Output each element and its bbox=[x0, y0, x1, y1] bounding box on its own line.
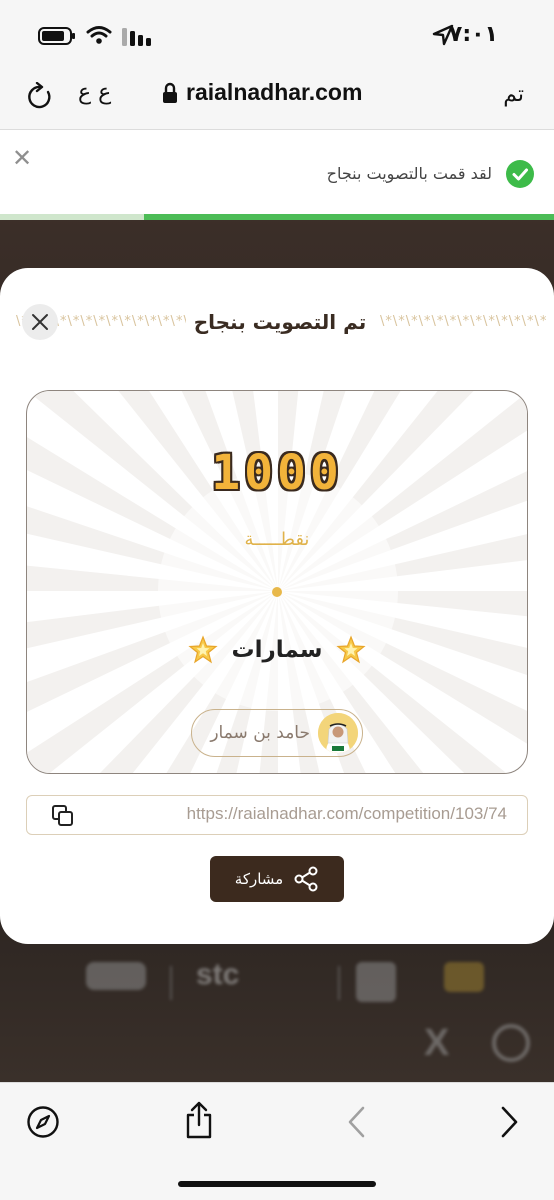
stc-logo: stc bbox=[196, 958, 240, 991]
done-button[interactable]: تم bbox=[503, 82, 524, 107]
lock-icon bbox=[163, 82, 177, 103]
status-bar: ٧:٠١ bbox=[0, 0, 554, 64]
divider bbox=[338, 966, 340, 1000]
signal-icon bbox=[122, 28, 151, 46]
team-name: سمارات bbox=[231, 637, 323, 663]
share-icon bbox=[294, 866, 318, 892]
team-row: سمارات bbox=[27, 635, 527, 665]
notification-progress-fill bbox=[144, 214, 554, 220]
sponsor-logo bbox=[356, 962, 396, 1002]
separator-dot bbox=[272, 587, 282, 597]
address-bar: ع ع raialnadhar.com تم bbox=[0, 64, 554, 130]
check-icon bbox=[506, 160, 534, 188]
close-icon bbox=[32, 314, 48, 330]
points-card: 1000 نقطـــــة سمارات حامد بن سمار bbox=[26, 390, 528, 774]
camel-logo bbox=[444, 962, 484, 992]
avatar bbox=[318, 713, 358, 753]
success-notification: ✕ لقد قمت بالتصويت بنجاح bbox=[0, 130, 554, 214]
x-icon[interactable]: X bbox=[424, 1022, 449, 1065]
url-field[interactable]: raialnadhar.com bbox=[162, 79, 362, 106]
share-link-field[interactable]: https://raialnadhar.com/competition/103/… bbox=[26, 795, 528, 835]
battery-icon bbox=[38, 27, 75, 45]
modal-title: تم التصويت بنجاح bbox=[193, 310, 367, 334]
wifi-icon bbox=[86, 26, 112, 44]
star-icon bbox=[336, 635, 367, 664]
url-text: raialnadhar.com bbox=[186, 79, 363, 105]
voter-name: حامد بن سمار bbox=[210, 723, 310, 743]
home-indicator bbox=[178, 1181, 376, 1187]
compass-icon[interactable] bbox=[26, 1105, 60, 1139]
share-label: مشاركة bbox=[234, 870, 284, 888]
points-value: 1000 bbox=[211, 445, 343, 501]
modal-close-button[interactable] bbox=[22, 304, 58, 340]
sponsor-logos: stc X bbox=[0, 950, 554, 1070]
notification-message: لقد قمت بالتصويت بنجاح bbox=[326, 164, 492, 183]
share-link-text: https://raialnadhar.com/competition/103/… bbox=[186, 804, 507, 823]
forward-icon[interactable] bbox=[498, 1105, 520, 1139]
back-icon[interactable] bbox=[346, 1105, 368, 1139]
decorative-border: \*\*\*\*\*\*\*\*\*\*\*\*\*\* bbox=[380, 314, 546, 329]
share-button[interactable]: مشاركة bbox=[210, 856, 344, 902]
reload-icon[interactable] bbox=[26, 82, 54, 112]
sponsor-logo bbox=[86, 962, 146, 990]
star-icon bbox=[187, 635, 218, 664]
status-time: ٧:٠١ bbox=[448, 22, 498, 47]
share-sheet-icon[interactable] bbox=[184, 1101, 214, 1139]
modal-header: \*\*\*\*\*\*\*\*\*\*\*\*\*\* تم التصويت … bbox=[0, 306, 554, 342]
whatsapp-icon[interactable] bbox=[492, 1024, 530, 1062]
points-label: نقطـــــة bbox=[244, 529, 310, 550]
copy-icon[interactable] bbox=[51, 804, 75, 828]
close-icon[interactable]: ✕ bbox=[12, 144, 32, 172]
browser-toolbar bbox=[0, 1082, 554, 1200]
divider bbox=[170, 966, 172, 1000]
reader-button[interactable]: ع ع bbox=[78, 80, 111, 105]
voter-badge: حامد بن سمار bbox=[191, 709, 363, 757]
notification-progress bbox=[0, 214, 554, 220]
vote-success-modal: \*\*\*\*\*\*\*\*\*\*\*\*\*\* تم التصويت … bbox=[0, 268, 554, 944]
